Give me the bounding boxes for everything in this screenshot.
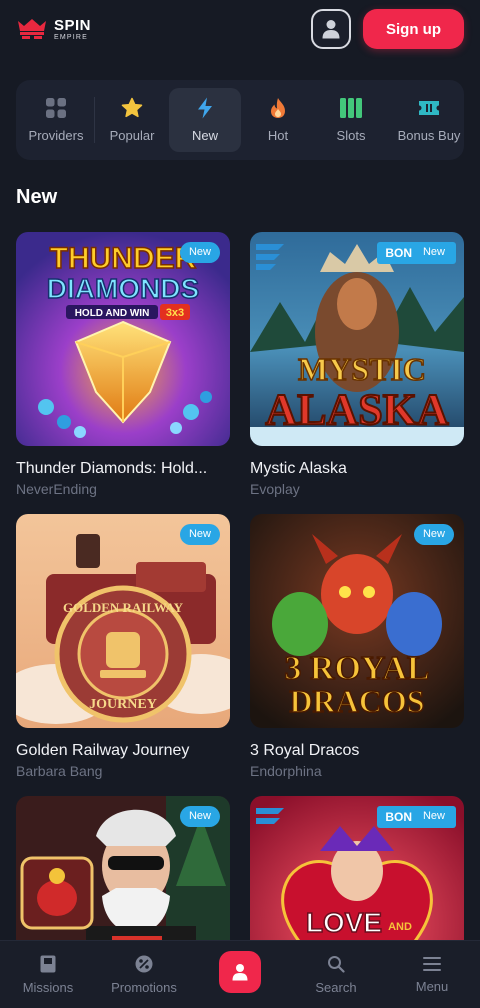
profile-button[interactable] [311, 9, 351, 49]
nav-profile[interactable] [192, 941, 288, 1008]
art-tag: 3x3 [166, 307, 184, 319]
game-card[interactable]: 3 ROYAL DRACOS New 3 Royal Dracos Endorp… [250, 514, 464, 779]
art-title-1: GOLDEN RAILWAY [63, 600, 184, 615]
game-provider: Evoplay [250, 481, 300, 497]
art-title-1: THUNDER [50, 242, 197, 275]
game-thumbnail[interactable]: THUNDER DIAMONDS HOLD AND WIN 3x3 New [16, 232, 230, 446]
category-label: Slots [336, 128, 366, 143]
signup-button[interactable]: Sign up [363, 9, 464, 49]
category-popular[interactable]: Popular [96, 88, 168, 152]
new-badge: New [179, 242, 220, 263]
slots-icon [340, 97, 362, 119]
game-name: Golden Railway Journey [16, 742, 190, 759]
game-thumbnail[interactable]: MYSTIC ALASKA BON New [250, 232, 464, 446]
game-art: GOLDEN RAILWAY JOURNEY [16, 514, 230, 728]
art-title-1: 3 ROYAL [284, 650, 429, 687]
new-badge: New [179, 524, 220, 545]
game-provider: NeverEnding [16, 481, 97, 497]
lightning-icon [194, 97, 216, 119]
category-label: Bonus Buy [397, 128, 461, 143]
section-title: New [16, 186, 58, 208]
nav-label: Missions [22, 979, 74, 995]
category-hot[interactable]: Hot [242, 88, 314, 152]
game-art: MYSTIC ALASKA [250, 232, 464, 446]
divider [94, 97, 95, 143]
nav-menu[interactable]: Menu [384, 941, 480, 1008]
book-icon [40, 955, 56, 972]
category-bar: Providers Popular New Hot Slots Bonus Bu… [16, 80, 464, 160]
brand-subname: EMPIRE [54, 33, 89, 41]
menu-icon [423, 956, 441, 971]
user-icon [322, 20, 340, 39]
new-badge: New [179, 806, 220, 827]
new-badge: New [413, 242, 454, 263]
profile-center-button[interactable] [219, 950, 261, 993]
art-title-1: MYSTIC [298, 351, 426, 387]
ticket-icon [418, 97, 440, 119]
flame-icon [267, 97, 289, 119]
bottom-nav: Missions Promotions Search Menu [0, 940, 480, 1008]
new-badge: New [413, 524, 454, 545]
brand-name: SPIN [54, 16, 92, 34]
nav-label: Promotions [111, 979, 177, 995]
category-label: Hot [267, 128, 289, 143]
nav-label: Menu [415, 978, 449, 994]
game-art: THUNDER DIAMONDS HOLD AND WIN 3x3 [16, 232, 230, 446]
game-art: 3 ROYAL DRACOS [250, 514, 464, 728]
nav-search[interactable]: Search [288, 941, 384, 1008]
header: SPIN EMPIRE Sign up [0, 0, 480, 58]
grid-icon [45, 97, 67, 119]
game-name: Mystic Alaska [250, 460, 347, 477]
category-label: Providers [28, 128, 84, 143]
game-card[interactable]: THUNDER DIAMONDS HOLD AND WIN 3x3 New Th… [16, 232, 230, 497]
nav-promotions[interactable]: Promotions [96, 941, 192, 1008]
nav-missions[interactable]: Missions [0, 941, 96, 1008]
art-title-1: LOVE [306, 907, 382, 938]
art-sub: HOLD AND WIN [75, 308, 150, 319]
game-card[interactable]: MYSTIC ALASKA BON New Mystic Alaska Evop… [250, 232, 464, 497]
game-provider: Endorphina [250, 763, 322, 779]
game-thumbnail[interactable]: GOLDEN RAILWAY JOURNEY New [16, 514, 230, 728]
category-new[interactable]: New [169, 88, 241, 152]
art-title-2: DIAMONDS [47, 273, 199, 304]
category-bonus-buy[interactable]: Bonus Buy [388, 88, 464, 152]
user-icon [232, 963, 248, 980]
game-card[interactable]: GOLDEN RAILWAY JOURNEY New Golden Railwa… [16, 514, 230, 779]
search-icon [328, 955, 345, 973]
game-thumbnail[interactable]: 3 ROYAL DRACOS New [250, 514, 464, 728]
game-name: Thunder Diamonds: Hold... [16, 460, 208, 477]
category-label: New [191, 128, 218, 143]
art-title-2: JOURNEY [89, 697, 157, 712]
category-label: Popular [109, 128, 155, 143]
crown-logo-icon [18, 19, 46, 39]
brand-logo[interactable]: SPIN EMPIRE [16, 17, 91, 41]
category-providers[interactable]: Providers [20, 88, 92, 152]
star-icon [121, 97, 143, 119]
percent-icon [135, 955, 153, 972]
art-title-2: DRACOS [289, 683, 424, 719]
game-provider: Barbara Bang [16, 763, 103, 779]
game-name: 3 Royal Dracos [250, 742, 360, 759]
nav-label: Search [315, 979, 357, 995]
new-badge: New [413, 806, 454, 827]
art-title-2: AND [388, 921, 412, 933]
art-title-2: ALASKA [265, 385, 449, 434]
category-slots[interactable]: Slots [315, 88, 387, 152]
